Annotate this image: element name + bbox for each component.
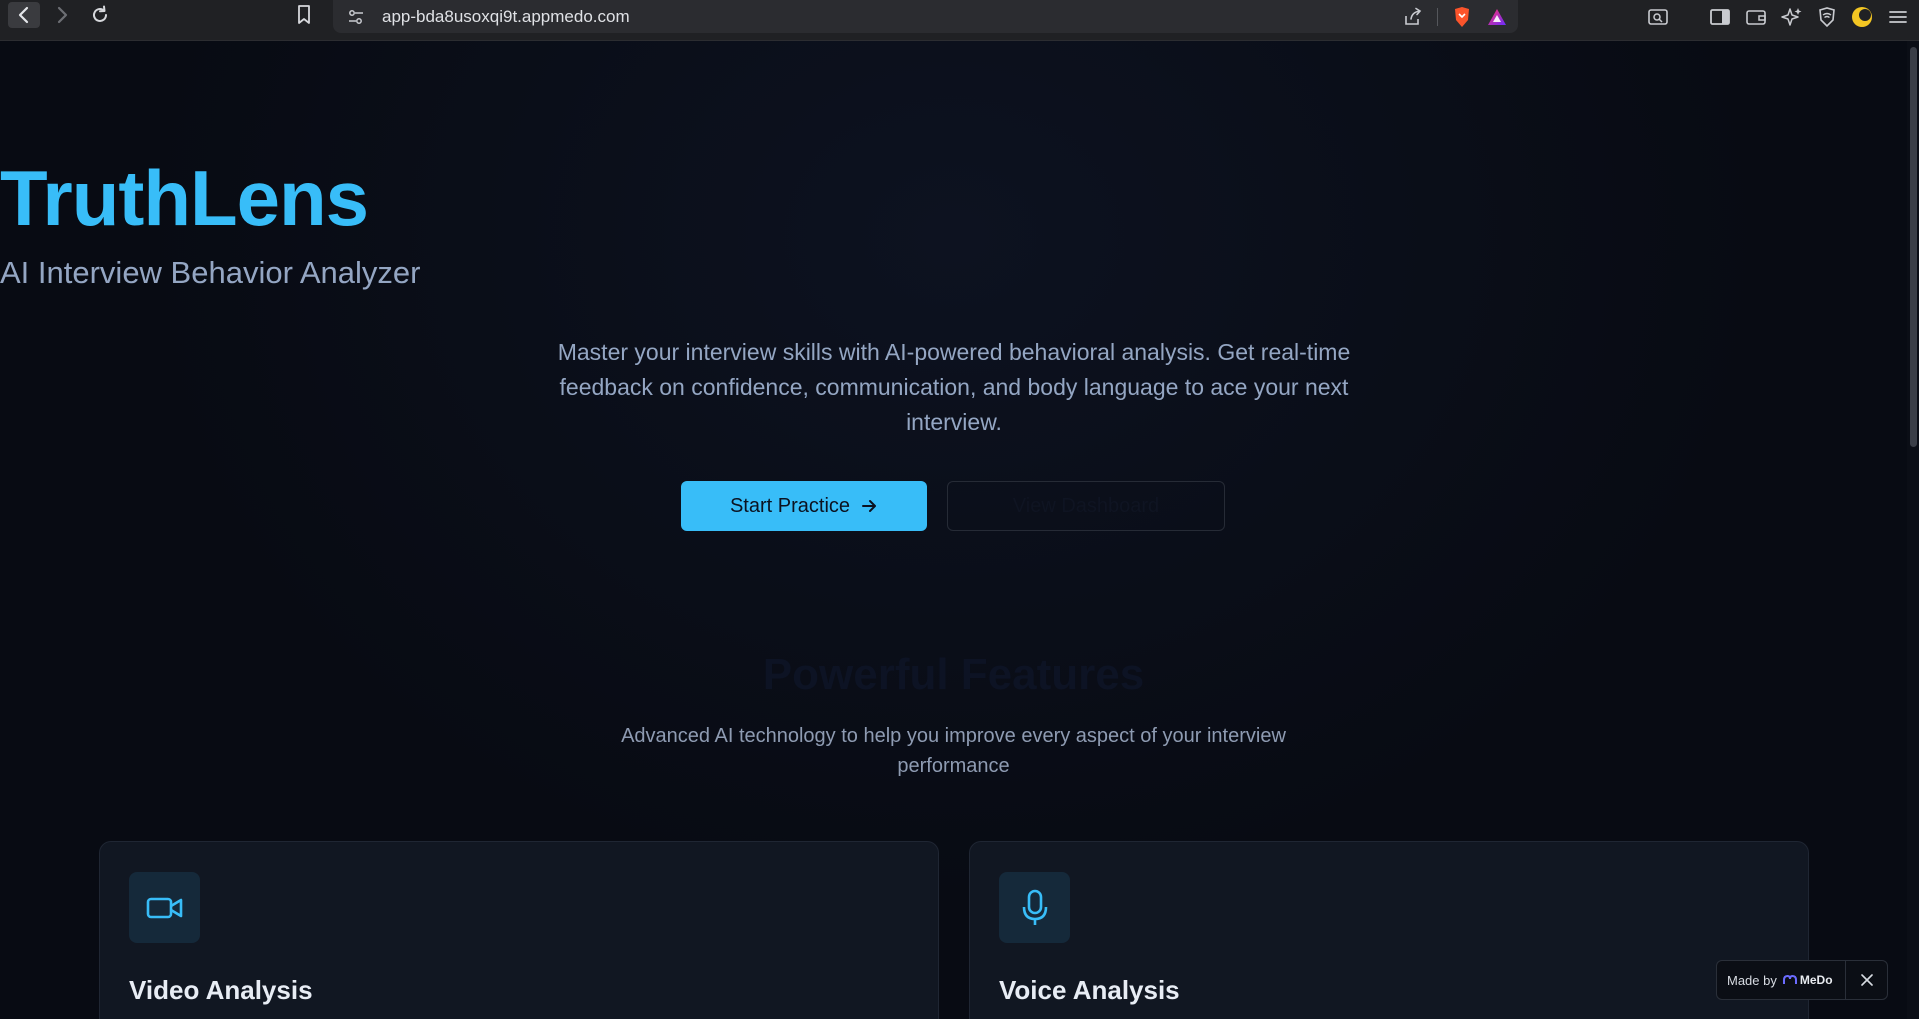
bookmark-icon bbox=[298, 5, 310, 24]
tagline: AI Interview Behavior Analyzer bbox=[0, 255, 421, 290]
address-bar[interactable]: app-bda8usoxqi9t.appmedo.com bbox=[333, 0, 1518, 33]
video-icon bbox=[129, 872, 200, 943]
scrollbar-thumb[interactable] bbox=[1910, 47, 1917, 447]
made-by-label: Made by bbox=[1727, 972, 1777, 988]
bookmark-button[interactable] bbox=[288, 2, 320, 28]
brave-shields-icon[interactable] bbox=[1452, 6, 1472, 28]
medo-logo: MeDo bbox=[1782, 973, 1833, 987]
feature-card-voice: Voice Analysis bbox=[969, 841, 1809, 1019]
forward-button[interactable] bbox=[46, 2, 78, 28]
leo-ai-icon[interactable] bbox=[1781, 6, 1803, 28]
share-icon[interactable] bbox=[1403, 7, 1423, 27]
hero-description: Master your interview skills with AI-pow… bbox=[557, 339, 1351, 435]
reload-button[interactable] bbox=[84, 2, 116, 28]
back-button[interactable] bbox=[8, 2, 40, 28]
chevron-right-icon bbox=[57, 6, 68, 24]
vpn-icon[interactable] bbox=[1817, 6, 1837, 28]
menu-icon[interactable] bbox=[1887, 7, 1909, 27]
feature-card-video: Video Analysis bbox=[99, 841, 939, 1019]
arrow-right-icon bbox=[862, 500, 877, 512]
feature-card-title: Voice Analysis bbox=[999, 975, 1180, 1005]
url-text[interactable]: app-bda8usoxqi9t.appmedo.com bbox=[382, 7, 630, 27]
brave-rewards-icon[interactable] bbox=[1486, 7, 1508, 27]
close-icon bbox=[1860, 974, 1873, 986]
divider bbox=[1437, 7, 1438, 26]
profile-avatar-icon[interactable] bbox=[1851, 6, 1873, 28]
close-badge-button[interactable] bbox=[1845, 961, 1888, 999]
start-practice-button[interactable]: Start Practice bbox=[681, 481, 927, 531]
made-by-badge[interactable]: Made by MeDo bbox=[1716, 960, 1888, 1000]
tab-search-icon[interactable] bbox=[1647, 7, 1669, 27]
reload-icon bbox=[93, 5, 107, 22]
medo-brand: MeDo bbox=[1799, 973, 1833, 987]
chevron-left-icon bbox=[18, 6, 29, 24]
site-settings-icon[interactable] bbox=[343, 8, 369, 26]
microphone-icon bbox=[999, 872, 1070, 943]
features-subtitle: Advanced AI technology to help you impro… bbox=[621, 725, 1286, 777]
wallet-icon[interactable] bbox=[1745, 7, 1767, 27]
view-dashboard-button[interactable]: View Dashboard bbox=[947, 481, 1225, 531]
page-scrollbar[interactable] bbox=[1907, 41, 1919, 1019]
sidebar-icon[interactable] bbox=[1709, 7, 1731, 27]
features-title: Powerful Features bbox=[762, 650, 1145, 699]
feature-card-title: Video Analysis bbox=[129, 975, 313, 1005]
page-content: TruthLens AI Interview Behavior Analyzer… bbox=[0, 41, 1907, 1019]
medo-logo-icon bbox=[1782, 975, 1797, 984]
start-practice-label: Start Practice bbox=[729, 494, 851, 517]
browser-toolbar: app-bda8usoxqi9t.appmedo.com bbox=[0, 0, 1919, 41]
brand-title: TruthLens bbox=[0, 154, 369, 242]
